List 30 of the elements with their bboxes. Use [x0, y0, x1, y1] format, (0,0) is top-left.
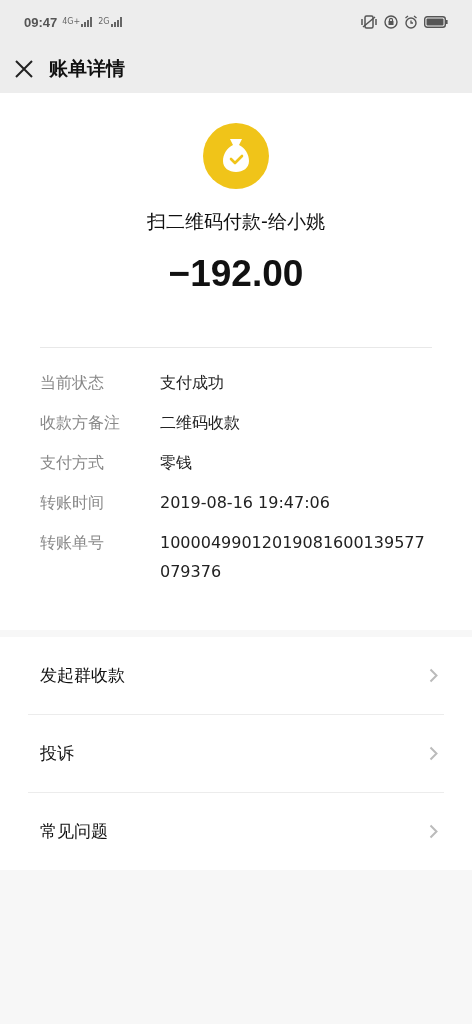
- detail-label: 转账时间: [40, 492, 105, 514]
- chevron-right-icon: [429, 824, 438, 839]
- detail-label: 当前状态: [40, 372, 105, 394]
- detail-value: 零钱: [160, 452, 193, 474]
- lock-rotation-icon: [384, 15, 398, 29]
- battery-icon: [424, 16, 448, 28]
- menu-item[interactable]: 常见问题: [28, 793, 444, 870]
- detail-value: 二维码收款: [160, 412, 241, 434]
- network-label: 2G: [98, 17, 110, 26]
- menu-item[interactable]: 投诉: [28, 715, 444, 793]
- status-time: 09:47: [24, 14, 58, 30]
- vibrate-icon: [360, 15, 378, 29]
- detail-value: 支付成功: [160, 372, 225, 394]
- network-label: 4G+: [62, 17, 81, 26]
- chevron-right-icon: [429, 746, 438, 761]
- chevron-right-icon: [429, 668, 438, 683]
- detail-value: 2019-08-16 19:47:06: [160, 492, 331, 514]
- payment-amount: −192.00: [168, 253, 304, 295]
- signal-icon: [81, 17, 94, 27]
- money-bag-icon: [203, 123, 269, 189]
- detail-label: 收款方备注: [40, 412, 121, 434]
- menu-item[interactable]: 发起群收款: [28, 637, 444, 715]
- detail-label: 转账单号: [40, 532, 105, 554]
- close-icon[interactable]: [15, 59, 33, 78]
- page-title: 账单详情: [49, 55, 125, 81]
- detail-label: 支付方式: [40, 452, 105, 474]
- signal-icon: [110, 17, 123, 27]
- payment-title: 扫二维码付款-给小姚: [147, 209, 325, 234]
- alarm-icon: [404, 15, 418, 29]
- detail-value: 10000499012019081600139577079376: [160, 532, 426, 583]
